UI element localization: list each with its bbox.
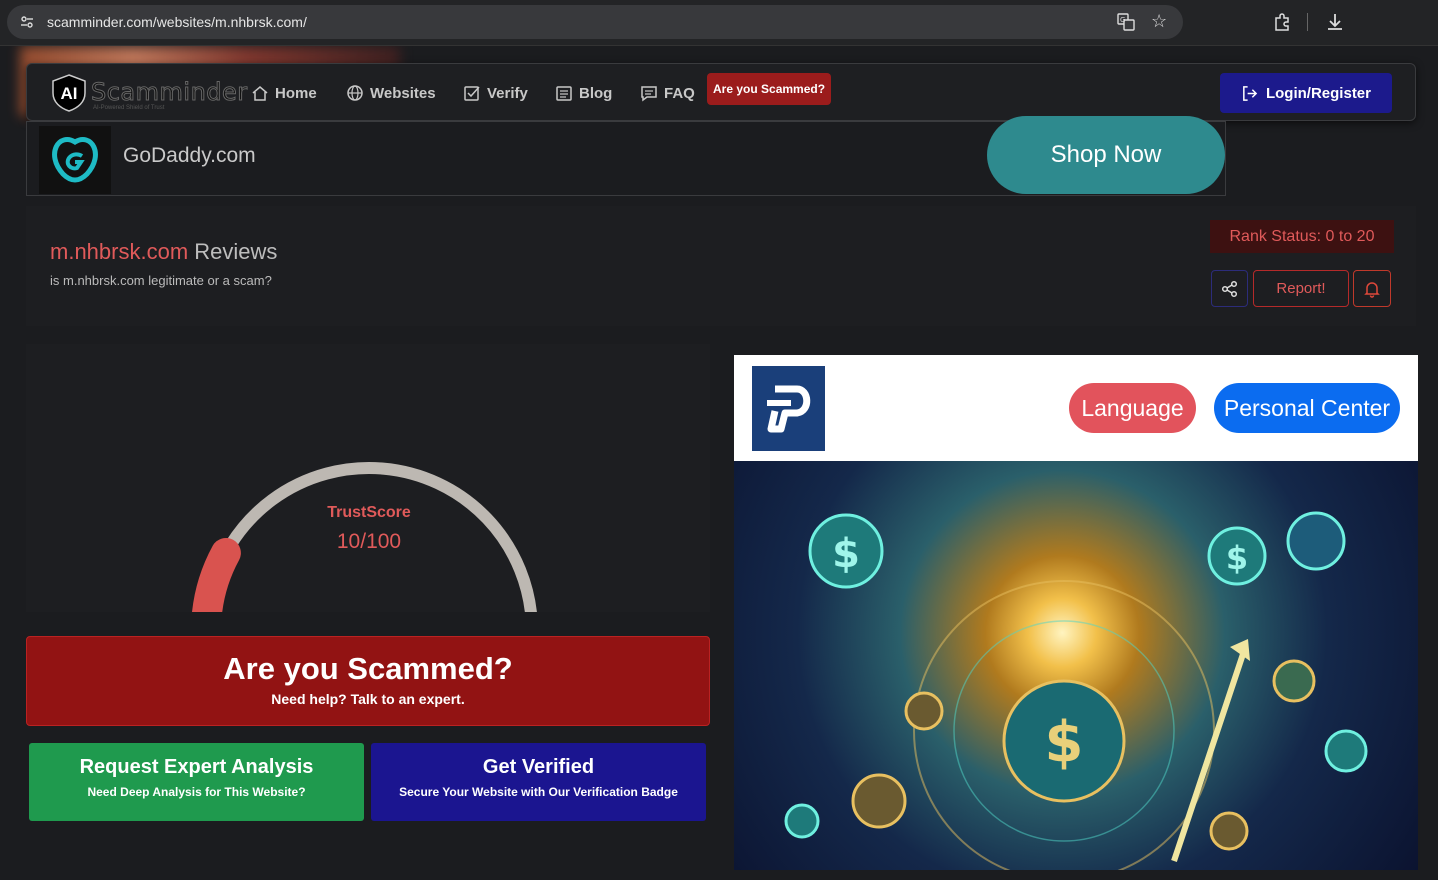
alert-subscribe-button[interactable] bbox=[1353, 270, 1391, 307]
advertiser-logo bbox=[752, 366, 825, 451]
logo-ai-text: AI bbox=[61, 84, 78, 103]
site-settings-icon[interactable] bbox=[19, 14, 35, 30]
shop-now-button[interactable]: Shop Now bbox=[987, 116, 1225, 194]
nav-websites[interactable]: Websites bbox=[346, 82, 436, 104]
chat-icon bbox=[641, 86, 657, 102]
trustscore-value: 10/100 bbox=[336, 530, 402, 553]
nav-verify[interactable]: Verify bbox=[463, 82, 528, 104]
address-bar[interactable]: scamminder.com/websites/m.nhbrsk.com/ G … bbox=[7, 5, 1183, 39]
extensions-icon[interactable] bbox=[1272, 12, 1292, 32]
share-button[interactable] bbox=[1211, 270, 1248, 307]
crypto-hero-image: $ $ $ bbox=[734, 461, 1418, 870]
url-text[interactable]: scamminder.com/websites/m.nhbrsk.com/ bbox=[47, 14, 307, 30]
login-icon bbox=[1243, 85, 1258, 101]
download-icon[interactable] bbox=[1325, 12, 1345, 32]
svg-text:$: $ bbox=[832, 531, 860, 577]
rank-status-badge: Rank Status: 0 to 20 bbox=[1210, 220, 1394, 253]
svg-text:$: $ bbox=[1045, 710, 1084, 775]
check-square-icon bbox=[464, 86, 480, 101]
get-verified-button[interactable]: Get Verified Secure Your Website with Ou… bbox=[371, 743, 706, 821]
page-subtitle: is m.nhbrsk.com legitimate or a scam? bbox=[50, 273, 272, 288]
page-title: m.nhbrsk.com Reviews bbox=[50, 239, 277, 265]
title-suffix: Reviews bbox=[188, 239, 278, 264]
report-button[interactable]: Report! bbox=[1253, 270, 1349, 307]
godaddy-logo-icon bbox=[52, 137, 98, 183]
trustscore-gauge bbox=[192, 462, 537, 612]
verify-cta-title: Get Verified bbox=[482, 756, 595, 778]
nav-verify-label: Verify bbox=[487, 84, 528, 102]
language-button[interactable]: Language bbox=[1069, 383, 1196, 433]
home-icon bbox=[252, 86, 268, 101]
login-register-label: Login/Register bbox=[1265, 84, 1371, 102]
ad-advertiser-name: GoDaddy.com bbox=[123, 144, 256, 167]
bookmark-star-icon[interactable]: ☆ bbox=[1151, 11, 1167, 32]
nav-faq-label: FAQ bbox=[664, 84, 695, 102]
review-domain: m.nhbrsk.com bbox=[50, 239, 189, 264]
svg-text:G: G bbox=[1120, 16, 1125, 24]
crypto-illustration: $ $ $ bbox=[784, 511, 1368, 870]
site-review-header: m.nhbrsk.com Reviews is m.nhbrsk.com leg… bbox=[26, 206, 1416, 326]
globe-icon bbox=[347, 85, 363, 101]
shield-logo-icon: AI bbox=[52, 74, 86, 112]
advertiser-logo-icon bbox=[766, 385, 810, 432]
are-you-scammed-cta[interactable]: Are you Scammed? Need help? Talk to an e… bbox=[26, 636, 710, 726]
nav-home[interactable]: Home bbox=[251, 82, 317, 104]
toolbar-divider bbox=[1307, 13, 1308, 31]
site-navbar: AI Scamminder AI-Powered Shield of Trust… bbox=[26, 63, 1416, 121]
nav-home-label: Home bbox=[275, 84, 317, 102]
expert-cta-subtitle: Need Deep Analysis for This Website? bbox=[87, 785, 306, 799]
nav-are-you-scammed-button[interactable]: Are you Scammed? bbox=[707, 73, 832, 105]
logo-tagline: AI-Powered Shield of Trust bbox=[93, 105, 165, 111]
scammed-cta-subtitle: Need help? Talk to an expert. bbox=[271, 691, 465, 707]
share-icon bbox=[1221, 280, 1237, 297]
nav-blog-label: Blog bbox=[579, 84, 613, 102]
expert-cta-title: Request Expert Analysis bbox=[79, 756, 314, 778]
document-icon bbox=[556, 86, 572, 101]
godaddy-logo bbox=[39, 126, 111, 194]
nav-faq[interactable]: FAQ bbox=[640, 82, 695, 104]
page-content: AI Scamminder AI-Powered Shield of Trust… bbox=[0, 46, 1438, 880]
login-register-button[interactable]: Login/Register bbox=[1220, 73, 1392, 113]
gauge-fill bbox=[192, 537, 241, 612]
request-expert-analysis-button[interactable]: Request Expert Analysis Need Deep Analys… bbox=[29, 743, 364, 821]
godaddy-ad-banner[interactable]: GoDaddy.com Shop Now bbox=[26, 116, 1226, 196]
browser-toolbar: scamminder.com/websites/m.nhbrsk.com/ G … bbox=[0, 0, 1438, 46]
scammed-cta-title: Are you Scammed? bbox=[223, 651, 513, 686]
right-advertisement[interactable]: Language Personal Center $ $ $ bbox=[734, 355, 1418, 870]
bell-icon bbox=[1364, 281, 1380, 298]
trustscore-gauge-card: TrustScore 10/100 bbox=[26, 344, 710, 612]
trustscore-label: TrustScore bbox=[327, 504, 411, 521]
site-logo[interactable]: AI Scamminder AI-Powered Shield of Trust bbox=[51, 72, 248, 114]
nav-blog[interactable]: Blog bbox=[555, 82, 612, 104]
verify-cta-subtitle: Secure Your Website with Our Verificatio… bbox=[399, 785, 678, 799]
personal-center-button[interactable]: Personal Center bbox=[1214, 383, 1400, 433]
nav-websites-label: Websites bbox=[370, 84, 436, 102]
logo-brand-text: Scamminder bbox=[91, 78, 248, 107]
translate-icon[interactable]: G bbox=[1117, 13, 1135, 31]
svg-text:$: $ bbox=[1226, 539, 1248, 577]
